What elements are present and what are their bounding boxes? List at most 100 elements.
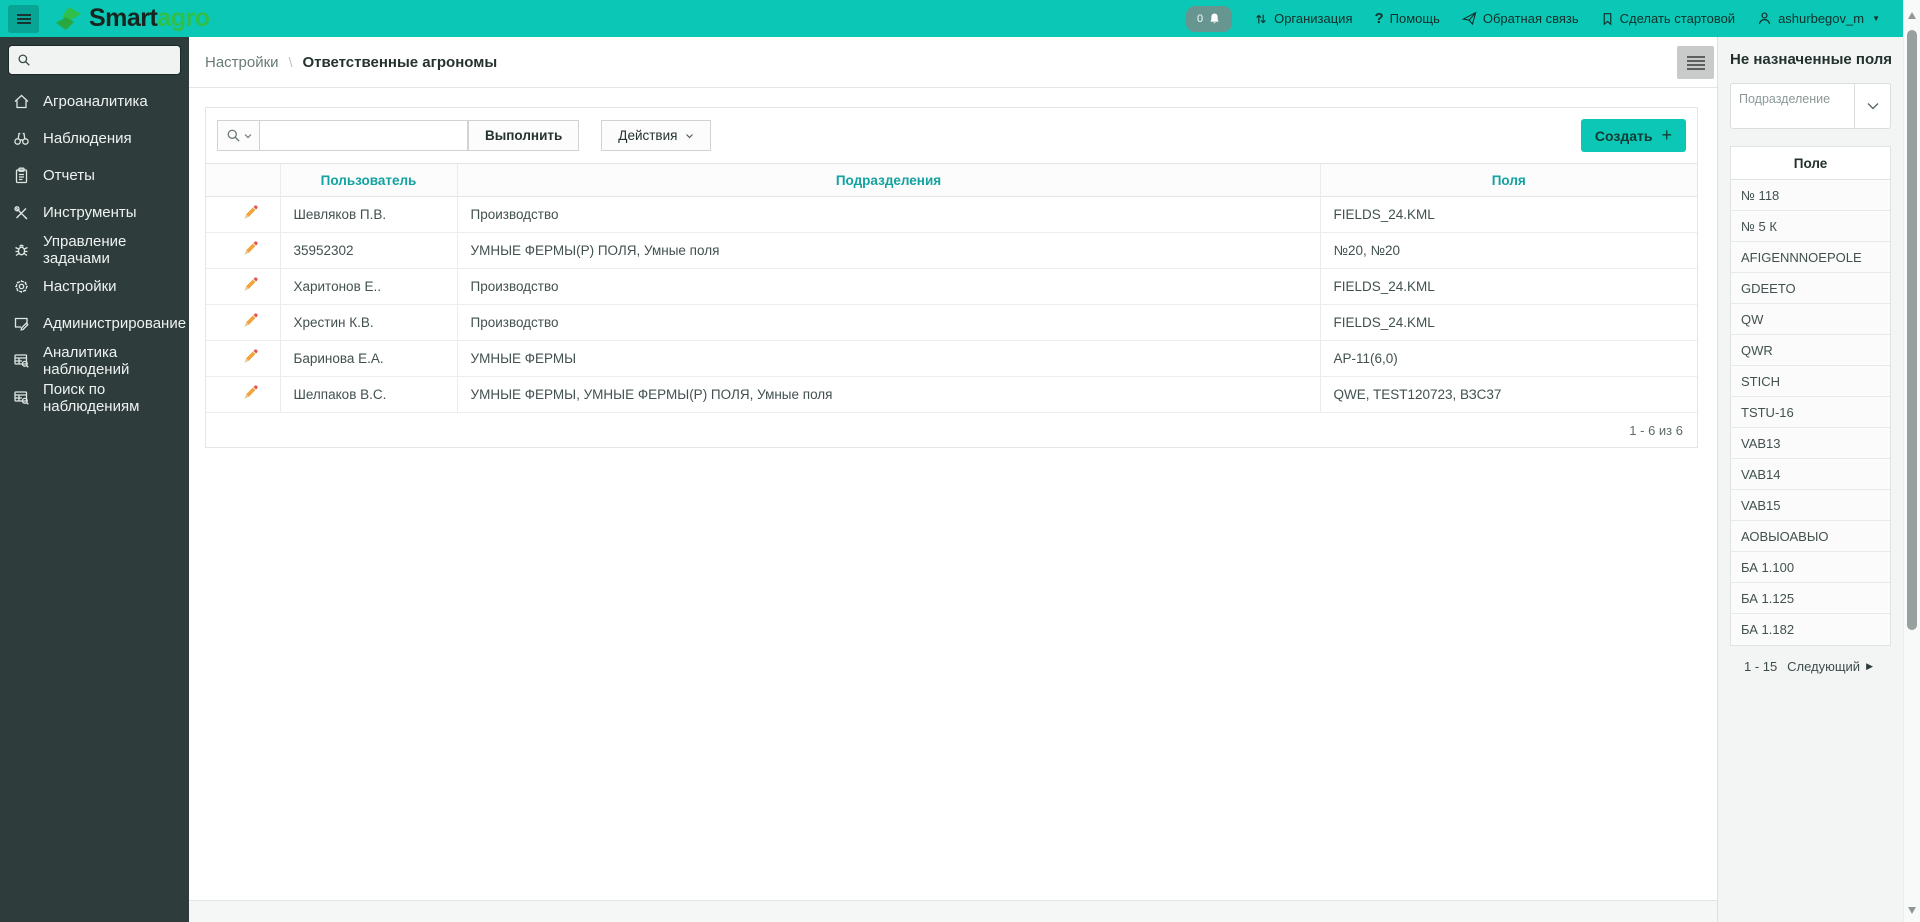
paper-plane-icon — [1461, 11, 1477, 26]
header-link-help[interactable]: ? Помощь — [1374, 10, 1439, 27]
departments-cell: Производство — [457, 196, 1321, 233]
column-header-departments[interactable]: Подразделения — [457, 163, 1321, 197]
edit-cell — [206, 196, 281, 233]
chevron-down-icon: ▼ — [1872, 14, 1880, 23]
select-chevron-section[interactable] — [1854, 84, 1890, 128]
user-cell: Хрестин К.В. — [280, 304, 458, 341]
pencil-icon — [244, 276, 258, 291]
field-list-item[interactable]: TSTU-16 — [1731, 397, 1890, 428]
unassigned-fields-panel: Не назначенные поля Подразделение Поле №… — [1717, 37, 1903, 922]
search-options-button[interactable] — [217, 120, 260, 151]
report-search-input[interactable] — [260, 120, 468, 151]
table-header-row: Пользователь Подразделения Поля — [206, 163, 1697, 197]
edit-row-button[interactable] — [235, 239, 264, 263]
edit-row-button[interactable] — [235, 347, 264, 371]
page-title: Ответственные агрономы — [302, 53, 498, 71]
run-button[interactable]: Выполнить — [468, 120, 580, 151]
scroll-up-arrow[interactable] — [1908, 12, 1916, 19]
field-list-item[interactable]: БА 1.100 — [1731, 552, 1890, 583]
header-link-feedback[interactable]: Обратная связь — [1461, 11, 1579, 26]
sidebar-item-observation-search[interactable]: Поиск по наблюдениям — [0, 379, 189, 416]
field-list-item[interactable]: БА 1.125 — [1731, 583, 1890, 614]
departments-cell: Производство — [457, 304, 1321, 341]
chevron-down-icon — [686, 133, 694, 138]
page-scrollbar[interactable] — [1903, 0, 1920, 922]
departments-cell: УМНЫЕ ФЕРМЫ(Р) ПОЛЯ, Умные поля — [457, 232, 1321, 269]
user-menu[interactable]: ashurbegov_m ▼ — [1757, 11, 1880, 26]
create-button[interactable]: Создать + — [1580, 119, 1686, 152]
report-icon — [15, 167, 28, 184]
field-list-item[interactable]: QW — [1731, 304, 1890, 335]
sidebar-item-label: Агроаналитика — [43, 93, 148, 110]
user-cell: Шевляков П.В. — [280, 196, 458, 233]
admin-icon — [14, 317, 29, 331]
field-list-item[interactable]: AFIGENNNOEPOLE — [1731, 242, 1890, 273]
field-list-item[interactable]: № 5 К — [1731, 211, 1890, 242]
actions-button[interactable]: Действия — [601, 120, 712, 151]
sidebar-item-tools[interactable]: Инструменты — [0, 194, 189, 231]
field-list-item[interactable]: STICH — [1731, 366, 1890, 397]
search-icon — [227, 129, 240, 142]
bug-icon — [15, 244, 28, 257]
sidebar-item-task-management[interactable]: Управление задачами — [0, 231, 189, 268]
edit-cell — [206, 232, 281, 269]
sidebar-search-input[interactable] — [37, 51, 172, 69]
field-list-item[interactable]: VAB13 — [1731, 428, 1890, 459]
fields-cell: FIELDS_24.KML — [1320, 268, 1697, 305]
header-link-make-start-page[interactable]: Сделать стартовой — [1601, 11, 1735, 26]
table-row: 35952302 УМНЫЕ ФЕРМЫ(Р) ПОЛЯ, Умные поля… — [206, 232, 1697, 269]
edit-row-button[interactable] — [235, 203, 264, 227]
scrollbar-thumb[interactable] — [1907, 30, 1917, 630]
column-header-fields[interactable]: Поля — [1320, 163, 1697, 197]
bottom-scroll-strip[interactable] — [189, 900, 1717, 922]
table-row: Баринова Е.А. УМНЫЕ ФЕРМЫ АР-11(6,0) — [206, 340, 1697, 377]
breadcrumb: Настройки \ Ответственные агрономы — [189, 37, 1717, 88]
sidebar-item-agroanalytics[interactable]: Агроаналитика — [0, 83, 189, 120]
edit-cell — [206, 376, 281, 413]
fields-cell: FIELDS_24.KML — [1320, 196, 1697, 233]
right-panel-toggle-button[interactable] — [1677, 46, 1714, 79]
field-list-item[interactable]: GDEETO — [1731, 273, 1890, 304]
edit-row-button[interactable] — [235, 311, 264, 335]
sidebar-search-box — [8, 45, 181, 75]
sidebar-hamburger-button[interactable] — [8, 4, 39, 33]
main-content: Настройки \ Ответственные агрономы Выпол… — [189, 37, 1717, 922]
column-header-user[interactable]: Пользователь — [280, 163, 458, 197]
sidebar-item-observations[interactable]: Наблюдения — [0, 120, 189, 157]
logo[interactable]: Smartagro — [55, 6, 210, 31]
next-page-link[interactable]: Следующий ▶ — [1787, 659, 1873, 674]
chevron-down-icon — [244, 133, 251, 138]
notification-button[interactable]: 0 — [1186, 5, 1233, 32]
logo-leaf-icon — [56, 7, 81, 30]
pencil-icon — [244, 348, 258, 363]
breadcrumb-parent[interactable]: Настройки — [205, 54, 279, 71]
sidebar-item-settings[interactable]: Настройки — [0, 268, 189, 305]
edit-row-button[interactable] — [235, 383, 264, 407]
fields-cell: QWE, TEST120723, ВЗС37 — [1320, 376, 1697, 413]
sidebar-item-administration[interactable]: Администрирование — [0, 305, 189, 342]
departments-cell: Производство — [457, 268, 1321, 305]
edit-cell — [206, 304, 281, 341]
breadcrumb-separator: \ — [288, 54, 293, 70]
field-list-item[interactable]: № 118 — [1731, 180, 1890, 211]
user-cell: Харитонов Е.. — [280, 268, 458, 305]
sidebar-item-reports[interactable]: Отчеты — [0, 157, 189, 194]
department-select[interactable]: Подразделение — [1730, 83, 1891, 129]
edit-row-button[interactable] — [235, 275, 264, 299]
field-list-item[interactable]: VAB15 — [1731, 490, 1890, 521]
field-list-item[interactable]: АОВЫОАВЫО — [1731, 521, 1890, 552]
sidebar-item-observation-analytics[interactable]: Аналитика наблюдений — [0, 342, 189, 379]
next-label: Следующий — [1787, 659, 1861, 674]
scroll-down-arrow[interactable] — [1908, 907, 1916, 914]
field-list-item[interactable]: БА 1.182 — [1731, 614, 1890, 645]
sidebar-item-label: Управление задачами — [43, 232, 127, 267]
pencil-icon — [244, 240, 258, 255]
field-list-item[interactable]: VAB14 — [1731, 459, 1890, 490]
home-icon — [14, 94, 29, 109]
fields-cell: FIELDS_24.KML — [1320, 304, 1697, 341]
pencil-icon — [244, 204, 258, 219]
field-list-item[interactable]: QWR — [1731, 335, 1890, 366]
actions-label: Действия — [618, 128, 678, 143]
header-link-organization[interactable]: Организация — [1254, 11, 1352, 26]
plus-icon: + — [1661, 125, 1672, 145]
